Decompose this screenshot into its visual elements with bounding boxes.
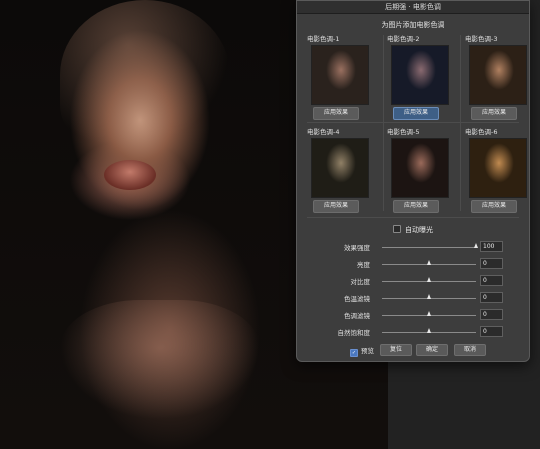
photo-lips xyxy=(104,160,156,190)
preset-label: 电影色调-4 xyxy=(307,128,340,136)
apply-effect-button[interactable]: 应用效果 xyxy=(313,200,359,213)
dialog-footer: ✓ 预览 复位 确定 取消 xyxy=(297,344,529,357)
preset-thumbnail[interactable] xyxy=(311,138,369,198)
preset-5: 电影色调-5 应用效果 xyxy=(387,128,449,213)
preset-6: 电影色调-6 应用效果 xyxy=(465,128,527,213)
preset-thumbnail[interactable] xyxy=(469,138,527,198)
preset-label: 电影色调-5 xyxy=(387,128,420,136)
cancel-button[interactable]: 取消 xyxy=(454,344,486,356)
slider-handle[interactable] xyxy=(473,243,478,248)
apply-effect-button[interactable]: 应用效果 xyxy=(313,107,359,120)
preset-thumbnail[interactable] xyxy=(391,45,449,105)
slider-label: 色调滤镜 xyxy=(344,312,370,320)
slider-value-field[interactable]: 100 xyxy=(480,241,503,252)
slider-value-field[interactable]: 0 xyxy=(480,292,503,303)
preset-label: 电影色调-1 xyxy=(307,35,340,43)
preset-2: 电影色调-2 应用效果 xyxy=(387,35,449,120)
preset-3: 电影色调-3 应用效果 xyxy=(465,35,527,120)
slider-label: 效果强度 xyxy=(344,244,370,252)
divider xyxy=(307,122,519,123)
apply-effect-button[interactable]: 应用效果 xyxy=(471,107,517,120)
slider-value-field[interactable]: 0 xyxy=(480,326,503,337)
slider-label: 对比度 xyxy=(350,278,371,286)
photo-hair-highlight xyxy=(60,0,230,150)
divider xyxy=(460,35,461,211)
preview-toggle[interactable]: ✓ 预览 xyxy=(350,345,374,357)
slider-handle[interactable] xyxy=(426,328,431,333)
auto-exposure-toggle[interactable]: 自动曝光 xyxy=(297,225,529,235)
thumbnail-face xyxy=(326,50,356,90)
slider-handle[interactable] xyxy=(426,260,431,265)
slider-handle[interactable] xyxy=(426,294,431,299)
slider-value-field[interactable]: 0 xyxy=(480,258,503,269)
slider-value-field[interactable]: 0 xyxy=(480,309,503,320)
preset-label: 电影色调-6 xyxy=(465,128,498,136)
apply-effect-button[interactable]: 应用效果 xyxy=(393,200,439,213)
slider-row-brightness: 亮度 0 xyxy=(297,257,529,271)
apply-effect-button[interactable]: 应用效果 xyxy=(393,107,439,120)
divider xyxy=(383,35,384,211)
slider-label: 色温滤镜 xyxy=(344,295,370,303)
preset-4: 电影色调-4 应用效果 xyxy=(307,128,369,213)
dialog-title: 后期强 · 电影色调 xyxy=(297,1,529,14)
ok-button[interactable]: 确定 xyxy=(416,344,448,356)
slider-row-effect-strength: 效果强度 100 xyxy=(297,240,529,254)
preset-1: 电影色调-1 应用效果 xyxy=(307,35,369,120)
film-tone-dialog: 后期强 · 电影色调 为图片添加电影色调 电影色调-1 应用效果 电影色调-2 … xyxy=(296,0,530,362)
preview-label: 预览 xyxy=(361,347,374,355)
auto-exposure-checkbox[interactable] xyxy=(393,225,401,233)
slider-row-vibrance: 自然饱和度 0 xyxy=(297,325,529,339)
slider-handle[interactable] xyxy=(426,277,431,282)
apply-effect-button[interactable]: 应用效果 xyxy=(471,200,517,213)
photo-hand xyxy=(60,300,260,420)
reset-button[interactable]: 复位 xyxy=(380,344,412,356)
thumbnail-face xyxy=(326,143,356,183)
slider-row-tint: 色调滤镜 0 xyxy=(297,308,529,322)
preset-thumbnail[interactable] xyxy=(469,45,527,105)
preset-thumbnail[interactable] xyxy=(391,138,449,198)
slider-row-contrast: 对比度 0 xyxy=(297,274,529,288)
slider-value-field[interactable]: 0 xyxy=(480,275,503,286)
dialog-heading: 为图片添加电影色调 xyxy=(381,21,445,29)
divider xyxy=(307,217,519,218)
slider-track[interactable] xyxy=(382,247,476,248)
thumbnail-face xyxy=(406,143,436,183)
slider-row-temperature: 色温滤镜 0 xyxy=(297,291,529,305)
auto-exposure-label: 自动曝光 xyxy=(405,226,433,234)
slider-label: 自然饱和度 xyxy=(337,329,371,337)
thumbnail-face xyxy=(484,50,514,90)
preset-label: 电影色调-3 xyxy=(465,35,498,43)
slider-handle[interactable] xyxy=(426,311,431,316)
preset-label: 电影色调-2 xyxy=(387,35,420,43)
thumbnail-face xyxy=(484,143,514,183)
preset-thumbnail[interactable] xyxy=(311,45,369,105)
slider-label: 亮度 xyxy=(357,261,370,269)
preview-checkbox[interactable]: ✓ xyxy=(350,349,358,357)
thumbnail-face xyxy=(406,50,436,90)
